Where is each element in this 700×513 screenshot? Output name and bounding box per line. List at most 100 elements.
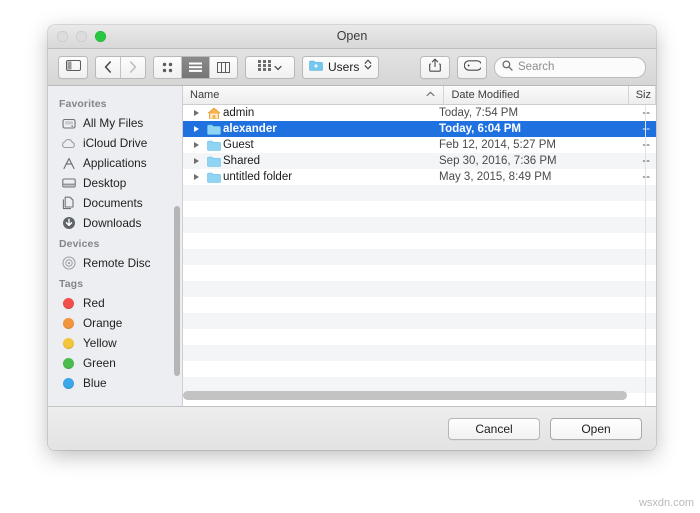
blue-folder-icon (205, 140, 223, 151)
sidebar-item-label: Yellow (83, 336, 117, 350)
table-row-empty (183, 249, 656, 265)
remote-disc-icon (61, 256, 76, 271)
sidebar-item-label: All My Files (83, 116, 144, 130)
table-row-empty (183, 265, 656, 281)
sidebar-header-tags: Tags (59, 278, 84, 290)
sidebar-item-remote-disc[interactable]: Remote Disc (48, 253, 182, 273)
blue-folder-icon (205, 172, 223, 183)
icloud-icon (61, 136, 76, 151)
table-row-empty (183, 361, 656, 377)
file-name: admin (223, 107, 255, 119)
view-mode-list-button[interactable] (182, 56, 210, 78)
file-name: untitled folder (223, 171, 293, 183)
sidebar: Favorites All My Files iCloud Drive Appl… (48, 86, 183, 406)
search-input[interactable]: Search (494, 56, 646, 78)
vertical-scrollbar[interactable] (645, 105, 655, 406)
disclosure-triangle[interactable] (183, 174, 205, 180)
view-mode-icon-button[interactable] (154, 56, 182, 78)
applications-icon (61, 156, 76, 171)
share-button[interactable] (420, 55, 450, 79)
watermark: wsxdn.com (638, 497, 694, 509)
sidebar-item-label: Green (83, 356, 116, 370)
sidebar-item-label: Documents (83, 196, 143, 210)
title-bar[interactable]: Open (48, 25, 656, 49)
sidebar-header-devices: Devices (59, 238, 100, 250)
file-list-pane: Name Date Modified Siz admin Today, 7:54… (183, 86, 656, 406)
table-row[interactable]: admin Today, 7:54 PM -- (183, 105, 656, 121)
tag-button[interactable] (457, 55, 487, 79)
forward-button[interactable] (121, 56, 145, 78)
table-row-empty (183, 217, 656, 233)
back-button[interactable] (96, 56, 121, 78)
file-list-rows: admin Today, 7:54 PM -- alexander Today,… (183, 105, 656, 406)
view-mode-column-button[interactable] (210, 56, 237, 78)
blue-folder-icon (205, 156, 223, 167)
file-name: Guest (223, 139, 254, 151)
horizontal-scrollbar-thumb[interactable] (183, 391, 628, 400)
table-row-empty (183, 297, 656, 313)
sidebar-item-tag-blue[interactable]: Blue (48, 373, 182, 393)
column-header-label: Siz (635, 89, 651, 101)
table-row-empty (183, 313, 656, 329)
sidebar-header-favorites: Favorites (59, 98, 107, 110)
sidebar-item-documents[interactable]: Documents (48, 193, 182, 213)
downloads-icon (61, 216, 76, 231)
column-header-date-modified[interactable]: Date Modified (444, 86, 629, 104)
table-row-empty (183, 345, 656, 361)
sidebar-scrollbar[interactable] (174, 206, 180, 376)
tag-dot-icon (61, 296, 76, 311)
chevron-down-icon (274, 58, 282, 76)
sidebar-item-desktop[interactable]: Desktop (48, 173, 182, 193)
table-row[interactable]: Shared Sep 30, 2016, 7:36 PM -- (183, 153, 656, 169)
horizontal-scrollbar[interactable] (183, 391, 646, 400)
column-header-label: Date Modified (451, 89, 520, 101)
all-my-files-icon (61, 116, 76, 131)
table-row[interactable]: alexander Today, 6:04 PM -- (183, 121, 656, 137)
column-header-size[interactable]: Siz (629, 86, 656, 104)
column-header-name[interactable]: Name (183, 86, 445, 104)
view-mode-buttons (153, 55, 238, 79)
open-button[interactable]: Open (550, 417, 642, 440)
column-header-label: Name (190, 89, 220, 101)
path-popup-label: Users (328, 60, 360, 74)
sidebar-toggle-button[interactable] (58, 55, 88, 79)
disclosure-triangle[interactable] (183, 126, 205, 132)
arrange-button[interactable] (245, 55, 295, 79)
sidebar-item-tag-green[interactable]: Green (48, 353, 182, 373)
sidebar-item-label: Red (83, 296, 105, 310)
sidebar-item-tag-yellow[interactable]: Yellow (48, 333, 182, 353)
file-date-modified: May 3, 2015, 8:49 PM (439, 171, 552, 183)
sidebar-item-downloads[interactable]: Downloads (48, 213, 182, 233)
table-row[interactable]: Guest Feb 12, 2014, 5:27 PM -- (183, 137, 656, 153)
file-date-modified: Feb 12, 2014, 5:27 PM (439, 139, 556, 151)
path-popup-button[interactable]: Users (302, 55, 380, 79)
file-name: alexander (223, 123, 277, 135)
home-folder-icon (205, 107, 223, 120)
updown-chevron-icon (364, 58, 372, 76)
file-name: Shared (223, 155, 261, 167)
share-icon (429, 58, 441, 77)
sidebar-item-icloud-drive[interactable]: iCloud Drive (48, 133, 182, 153)
disclosure-triangle[interactable] (183, 110, 205, 116)
table-row[interactable]: untitled folder May 3, 2015, 8:49 PM -- (183, 169, 656, 185)
tag-dot-icon (61, 356, 76, 371)
sidebar-toggle-icon (65, 58, 81, 76)
arrange-grid-icon (258, 58, 271, 76)
search-placeholder: Search (518, 61, 555, 73)
documents-icon (61, 196, 76, 211)
cancel-button[interactable]: Cancel (448, 417, 540, 440)
sidebar-item-tag-red[interactable]: Red (48, 293, 182, 313)
disclosure-triangle[interactable] (183, 142, 205, 148)
tag-dot-icon (61, 336, 76, 351)
dialog-footer: Cancel Open (48, 406, 656, 450)
file-date-modified: Today, 6:04 PM (439, 123, 522, 135)
sidebar-item-label: iCloud Drive (83, 136, 148, 150)
sidebar-item-tag-orange[interactable]: Orange (48, 313, 182, 333)
table-row-empty (183, 329, 656, 345)
search-icon (502, 58, 513, 76)
disclosure-triangle[interactable] (183, 158, 205, 164)
sidebar-item-all-my-files[interactable]: All My Files (48, 113, 182, 133)
table-row-empty (183, 201, 656, 217)
open-dialog-window: Open Users Search Favorites All My Files… (48, 25, 656, 450)
sidebar-item-applications[interactable]: Applications (48, 153, 182, 173)
